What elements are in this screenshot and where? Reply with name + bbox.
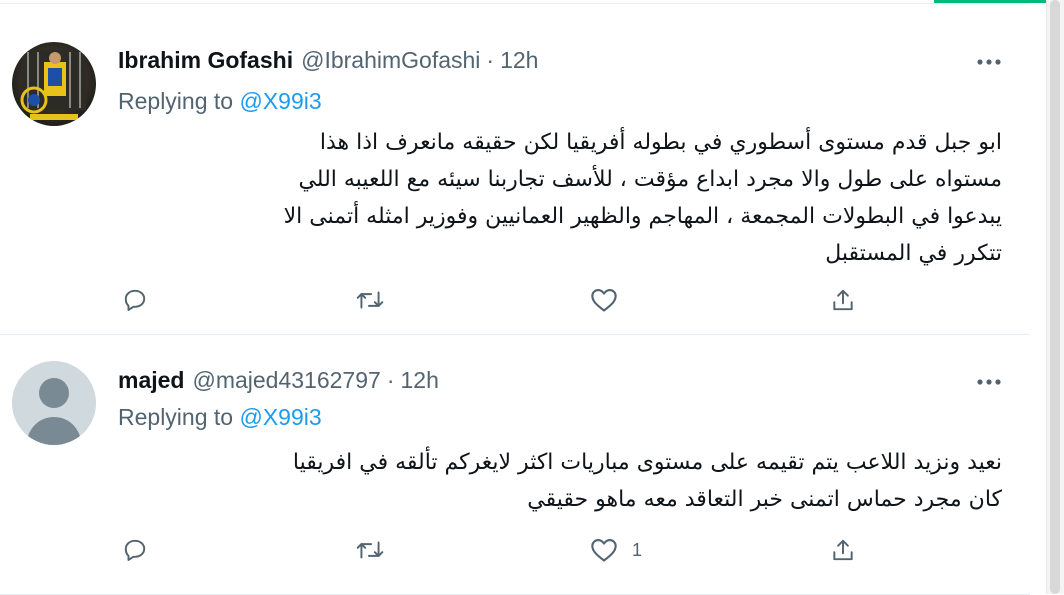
more-options-button[interactable] [972,52,1006,72]
timestamp[interactable]: 12h [400,367,438,394]
tweet-text-line: ابو جبل قدم مستوى أسطوري في بطوله أفريقي… [319,130,1002,155]
tweet-header: majed @majed43162797 · 12h [118,363,439,397]
username[interactable]: @IbrahimGofashi [301,47,480,74]
retweet-button[interactable] [355,530,385,570]
replying-to: Replying to @X99i3 [118,88,322,115]
like-count: 1 [632,539,643,560]
tweet-text-line: نعيد ونزيد اللاعب يتم تقيمه على مستوى مب… [292,450,1002,475]
tweet-header: Ibrahim Gofashi @IbrahimGofashi · 12h [118,43,538,77]
heart-icon [591,539,617,562]
timestamp[interactable]: 12h [500,47,538,74]
display-name[interactable]: Ibrahim Gofashi [118,47,293,74]
mention-link[interactable]: @X99i3 [239,404,321,430]
tweet-text-line: يبدعوا في البطولات المجمعة ، المهاجم وال… [283,204,1002,229]
more-horizontal-icon [977,379,1001,385]
heart-icon [591,289,617,312]
action-bar [0,280,1030,320]
tweet-text: ابو جبل قدم مستوى أسطوري في بطوله أفريقي… [118,124,1002,272]
accent-bar [934,0,1064,3]
reply-feed: Ibrahim Gofashi @IbrahimGofashi · 12h Re… [0,0,1030,595]
username[interactable]: @majed43162797 [192,367,380,394]
display-name[interactable]: majed [118,367,184,394]
tweet-text: نعيد ونزيد اللاعب يتم تقيمه على مستوى مب… [118,444,1002,518]
replying-to: Replying to @X99i3 [118,404,322,431]
reply-tweet[interactable]: majed @majed43162797 · 12h Replying to @… [0,335,1030,595]
separator-dot: · [386,366,395,393]
more-horizontal-icon [977,59,1001,65]
retweet-icon [356,291,384,309]
reply-button[interactable] [122,280,148,320]
avatar[interactable] [12,42,96,126]
replying-to-label: Replying to [118,404,234,430]
share-icon [833,539,853,561]
like-button[interactable] [590,280,632,320]
replying-to-label: Replying to [118,88,234,114]
share-button[interactable] [830,530,856,570]
reply-bubble-icon [124,539,146,561]
more-options-button[interactable] [972,372,1006,392]
action-bar: 1 [0,530,1030,570]
like-button[interactable]: 1 [590,530,642,570]
avatar[interactable] [12,361,96,445]
retweet-button[interactable] [355,280,385,320]
retweet-icon [356,541,384,559]
tweet-text-line: تتكرر في المستقبل [825,241,1002,266]
share-icon [833,289,853,311]
reply-bubble-icon [124,289,146,311]
scrollbar-thumb[interactable] [1050,0,1060,594]
mention-link[interactable]: @X99i3 [239,88,321,114]
reply-button[interactable] [122,530,148,570]
top-divider [0,3,1030,4]
share-button[interactable] [830,280,856,320]
tweet-text-line: كان مجرد حماس اتمنى خبر التعاقد معه ماهو… [527,487,1002,512]
reply-tweet[interactable]: Ibrahim Gofashi @IbrahimGofashi · 12h Re… [0,18,1030,335]
tweet-text-line: مستواه على طول والا مجرد ابداع مؤقت ، لل… [298,167,1002,192]
separator-dot: · [486,46,495,73]
